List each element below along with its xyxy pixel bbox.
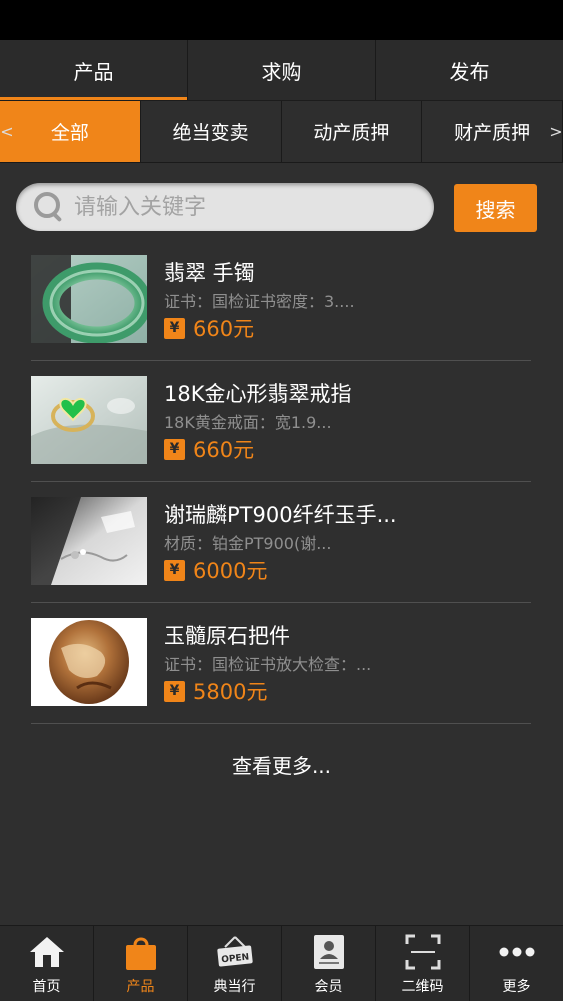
product-price: 660元	[193, 317, 255, 341]
category-movable-pledge[interactable]: 动产质押	[281, 101, 423, 162]
nav-label: 二维码	[401, 979, 444, 995]
scroll-left-icon[interactable]: <	[0, 101, 14, 162]
category-label: 动产质押	[313, 122, 390, 144]
nav-label: 产品	[126, 979, 155, 995]
top-tabs: 产品 求购 发布	[0, 40, 563, 101]
yen-icon: ¥	[164, 559, 185, 581]
price-row: ¥ 6000元	[164, 555, 267, 585]
product-item[interactable]: 谢瑞麟PT900纤纤玉手... 材质：铂金PT900(谢... ¥ 6000元	[31, 482, 531, 603]
product-description: 证书：国检证书放大检查：...	[164, 655, 372, 674]
yen-icon: ¥	[164, 317, 185, 339]
scroll-right-icon[interactable]: >	[549, 101, 563, 162]
product-description: 证书：国检证书密度：3....	[164, 292, 355, 311]
price-row: ¥ 660元	[164, 434, 254, 464]
nav-home[interactable]: 首页	[0, 926, 94, 1001]
product-item[interactable]: 玉髓原石把件 证书：国检证书放大检查：... ¥ 5800元	[31, 603, 531, 724]
category-label: 绝当变卖	[172, 122, 249, 144]
tab-label: 求购	[261, 59, 302, 84]
product-price: 5800元	[193, 680, 268, 704]
search-box	[16, 183, 434, 231]
search-button[interactable]: 搜索	[454, 184, 537, 232]
search-input[interactable]	[72, 193, 396, 221]
category-bar: 全部 绝当变卖 动产质押 财产质押 < >	[0, 101, 563, 163]
product-name: 玉髓原石把件	[164, 624, 290, 648]
nav-label: 更多	[502, 979, 531, 995]
more-dots-icon	[497, 932, 537, 972]
product-description: 材质：铂金PT900(谢...	[164, 534, 332, 553]
nav-pawnshop[interactable]: OPEN 典当行	[188, 926, 282, 1001]
yen-icon: ¥	[164, 438, 185, 460]
open-sign-icon: OPEN	[215, 932, 255, 972]
product-list: 翡翠 手镯 证书：国检证书密度：3.... ¥ 660元 18K金心形翡翠戒指 …	[31, 240, 531, 724]
category-property-pledge[interactable]: 财产质押	[422, 101, 563, 162]
view-more-link[interactable]: 查看更多...	[0, 750, 563, 779]
tab-label: 产品	[73, 59, 114, 84]
price-row: ¥ 5800元	[164, 676, 267, 706]
category-label: 财产质押	[454, 122, 531, 144]
tab-products[interactable]: 产品	[0, 40, 188, 100]
nav-qrcode[interactable]: 二维码	[376, 926, 470, 1001]
tab-wanted[interactable]: 求购	[188, 40, 376, 100]
nav-label: 典当行	[213, 979, 256, 995]
search-icon	[34, 192, 64, 223]
home-icon	[27, 932, 67, 972]
product-name: 谢瑞麟PT900纤纤玉手...	[164, 503, 397, 527]
product-item[interactable]: 18K金心形翡翠戒指 18K黄金戒面：宽1.9... ¥ 660元	[31, 361, 531, 482]
product-name: 18K金心形翡翠戒指	[164, 382, 352, 406]
tab-label: 发布	[449, 59, 490, 84]
price-row: ¥ 660元	[164, 313, 254, 343]
product-image-heart-ring[interactable]	[31, 376, 147, 464]
yen-icon: ¥	[164, 680, 185, 702]
category-all[interactable]: 全部	[0, 101, 141, 162]
product-image-jade-bangle[interactable]	[31, 255, 147, 343]
nav-label: 首页	[32, 979, 61, 995]
qr-scan-icon	[403, 932, 443, 972]
product-description: 18K黄金戒面：宽1.9...	[164, 413, 332, 432]
product-image-platinum-bracelet[interactable]	[31, 497, 147, 585]
product-price: 660元	[193, 438, 255, 462]
nav-more[interactable]: 更多	[470, 926, 563, 1001]
product-name: 翡翠 手镯	[164, 261, 255, 285]
status-bar	[0, 0, 563, 40]
nav-products[interactable]: 产品	[94, 926, 188, 1001]
category-forfeited-sale[interactable]: 绝当变卖	[140, 101, 282, 162]
product-image-chalcedony-stone[interactable]	[31, 618, 147, 706]
nav-member[interactable]: 会员	[282, 926, 376, 1001]
category-label: 全部	[50, 122, 89, 144]
nav-label: 会员	[314, 979, 343, 995]
shopping-bag-icon	[121, 932, 161, 972]
product-price: 6000元	[193, 559, 268, 583]
member-card-icon	[309, 932, 349, 972]
bottom-nav: 首页 产品 OPEN 典当行 会员 二维码 更多	[0, 925, 563, 1001]
product-item[interactable]: 翡翠 手镯 证书：国检证书密度：3.... ¥ 660元	[31, 240, 531, 361]
tab-publish[interactable]: 发布	[376, 40, 563, 100]
